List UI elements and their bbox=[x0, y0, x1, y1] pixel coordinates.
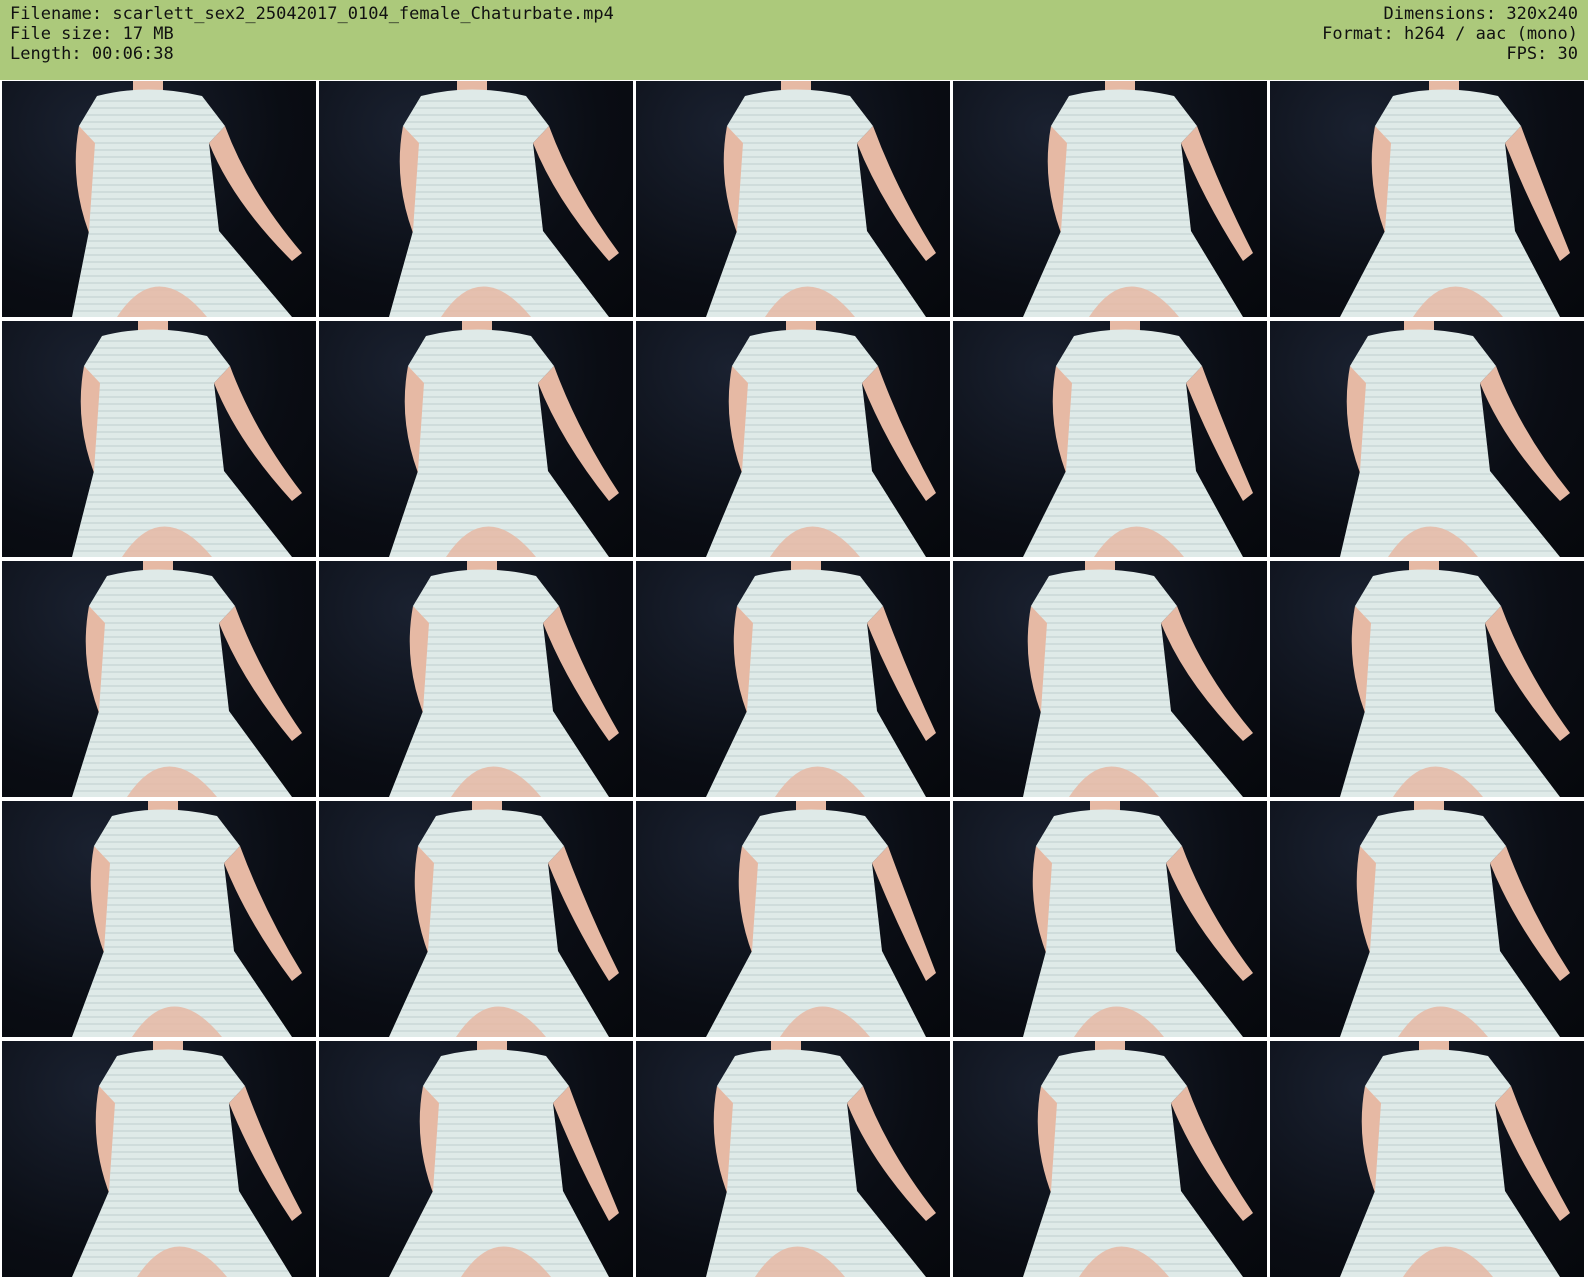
video-thumbnail bbox=[2, 801, 316, 1037]
video-thumbnail bbox=[319, 81, 633, 317]
video-thumbnail bbox=[636, 561, 950, 797]
frame-picture bbox=[1023, 1041, 1253, 1277]
frame-picture bbox=[72, 1041, 302, 1277]
filename-text: Filename: scarlett_sex2_25042017_0104_fe… bbox=[10, 4, 614, 24]
video-thumbnail bbox=[319, 561, 633, 797]
length-text: Length: 00:06:38 bbox=[10, 44, 174, 64]
frame-picture bbox=[72, 81, 302, 317]
video-thumbnail bbox=[953, 1041, 1267, 1277]
frame-picture bbox=[72, 561, 302, 797]
frame-picture bbox=[1340, 801, 1570, 1037]
video-thumbnail bbox=[636, 321, 950, 557]
format-text: Format: h264 / aac (mono) bbox=[1322, 24, 1578, 44]
frame-picture bbox=[1023, 801, 1253, 1037]
video-thumbnail bbox=[2, 81, 316, 317]
frame-picture bbox=[1023, 561, 1253, 797]
video-thumbnail bbox=[636, 81, 950, 317]
thumbnail-grid bbox=[0, 80, 1588, 1280]
video-thumbnail bbox=[1270, 321, 1584, 557]
video-thumbnail bbox=[1270, 1041, 1584, 1277]
frame-picture bbox=[1340, 561, 1570, 797]
frame-picture bbox=[706, 801, 936, 1037]
video-thumbnail bbox=[1270, 81, 1584, 317]
video-thumbnail bbox=[2, 1041, 316, 1277]
video-thumbnail bbox=[636, 1041, 950, 1277]
video-thumbnail bbox=[2, 321, 316, 557]
frame-picture bbox=[389, 561, 619, 797]
file-info-right: Dimensions: 320x240 Format: h264 / aac (… bbox=[1322, 4, 1578, 64]
dimensions-text: Dimensions: 320x240 bbox=[1383, 4, 1578, 24]
frame-picture bbox=[389, 1041, 619, 1277]
frame-picture bbox=[389, 81, 619, 317]
file-size-text: File size: 17 MB bbox=[10, 24, 174, 44]
file-info-left: Filename: scarlett_sex2_25042017_0104_fe… bbox=[10, 4, 614, 64]
fps-text: FPS: 30 bbox=[1506, 44, 1578, 64]
info-header: Filename: scarlett_sex2_25042017_0104_fe… bbox=[0, 0, 1588, 80]
video-thumbnail bbox=[953, 561, 1267, 797]
video-thumbnail bbox=[953, 321, 1267, 557]
video-thumbnail bbox=[1270, 561, 1584, 797]
video-thumbnail bbox=[636, 801, 950, 1037]
frame-picture bbox=[72, 321, 302, 557]
frame-picture bbox=[389, 321, 619, 557]
video-thumbnail bbox=[953, 81, 1267, 317]
video-thumbnail bbox=[1270, 801, 1584, 1037]
frame-picture bbox=[706, 1041, 936, 1277]
video-thumbnail bbox=[2, 561, 316, 797]
video-thumbnail bbox=[319, 321, 633, 557]
video-thumbnail bbox=[953, 801, 1267, 1037]
frame-picture bbox=[1340, 81, 1570, 317]
video-thumbnail bbox=[319, 801, 633, 1037]
video-thumbnail bbox=[319, 1041, 633, 1277]
frame-picture bbox=[1023, 321, 1253, 557]
frame-picture bbox=[389, 801, 619, 1037]
frame-picture bbox=[1023, 81, 1253, 317]
frame-picture bbox=[1340, 1041, 1570, 1277]
frame-picture bbox=[706, 561, 936, 797]
frame-picture bbox=[706, 321, 936, 557]
frame-picture bbox=[72, 801, 302, 1037]
frame-picture bbox=[1340, 321, 1570, 557]
frame-picture bbox=[706, 81, 936, 317]
